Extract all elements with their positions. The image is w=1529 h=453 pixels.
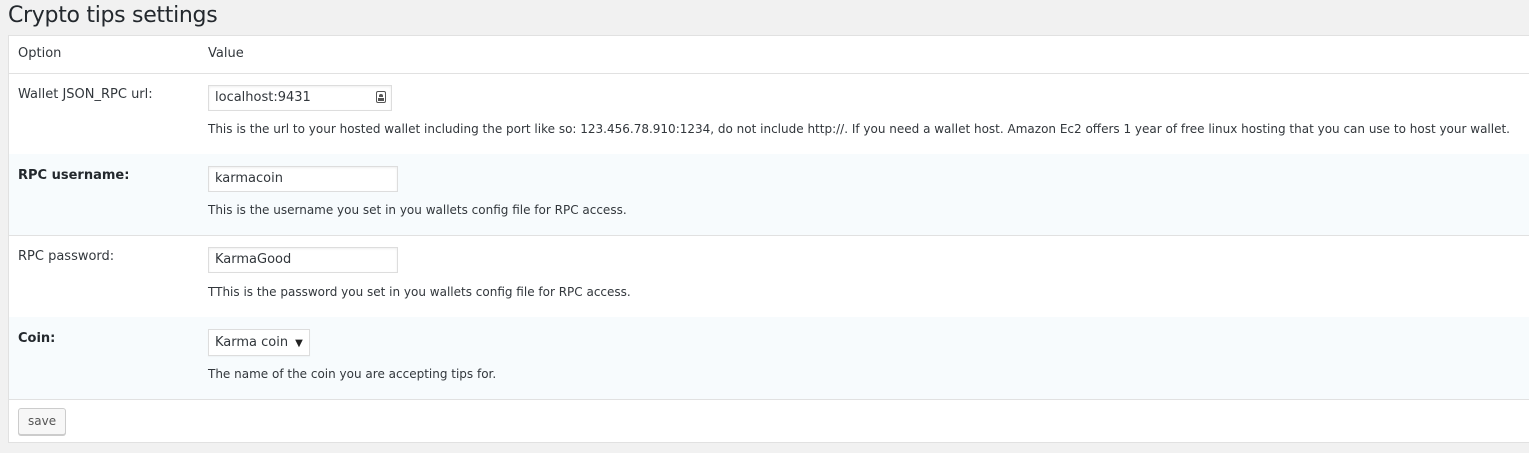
coin-select[interactable]: Karma coin ▼ (208, 329, 310, 356)
rpc-username-value: karmacoin (215, 171, 283, 186)
settings-table: Option Value Wallet JSON_RPC url: localh… (8, 35, 1529, 443)
rpc-username-label: RPC username: (18, 168, 130, 183)
rpc-password-input[interactable]: KarmaGood (208, 247, 398, 273)
rpc-password-value: KarmaGood (215, 252, 292, 267)
coin-description: The name of the coin you are accepting t… (208, 367, 497, 381)
wallet-url-description: This is the url to your hosted wallet in… (208, 122, 1510, 136)
setting-row-rpc-username: RPC username: karmacoin This is the user… (9, 154, 1529, 236)
table-header: Option Value (9, 36, 1529, 74)
wallet-url-value: localhost:9431 (215, 90, 311, 105)
rpc-username-description: This is the username you set in you wall… (208, 203, 627, 217)
contact-card-icon[interactable] (376, 91, 386, 103)
rpc-username-input[interactable]: karmacoin (208, 166, 398, 192)
option-column-header: Option (18, 46, 62, 61)
setting-row-wallet-url: Wallet JSON_RPC url: localhost:9431 This… (9, 73, 1529, 155)
setting-row-rpc-password: RPC password: KarmaGood TThis is the pas… (9, 235, 1529, 318)
save-button[interactable]: save (18, 408, 67, 435)
rpc-password-description: TThis is the password you set in you wal… (208, 285, 631, 299)
setting-row-coin: Coin: Karma coin ▼ The name of the coin y… (9, 317, 1529, 400)
coin-label: Coin: (18, 331, 56, 346)
coin-selected-value: Karma coin (215, 335, 289, 350)
caret-down-icon: ▼ (295, 338, 303, 349)
wallet-url-label: Wallet JSON_RPC url: (18, 87, 153, 102)
wallet-url-input[interactable]: localhost:9431 (208, 85, 392, 111)
page-title: Crypto tips settings (8, 3, 218, 28)
value-column-header: Value (208, 46, 244, 61)
rpc-password-label: RPC password: (18, 249, 115, 264)
